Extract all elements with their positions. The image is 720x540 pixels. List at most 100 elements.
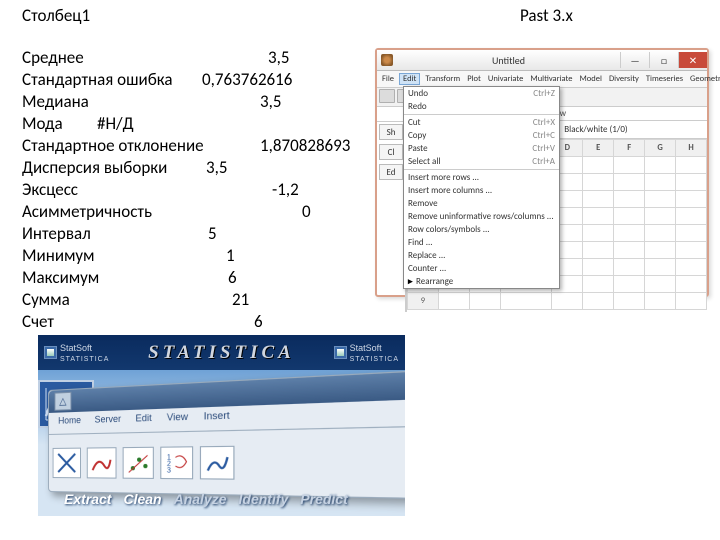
menu-edit[interactable]: Edit xyxy=(399,73,420,85)
stat-label: Эксцесс xyxy=(22,179,78,201)
sidebar-button[interactable]: Cl xyxy=(379,144,403,160)
menu-timeseries[interactable]: Timeseries xyxy=(644,73,685,85)
ribbon-icon[interactable] xyxy=(53,448,81,479)
app-icon xyxy=(381,54,393,66)
stat-label: Асимметричность xyxy=(22,201,152,223)
logo-text: StatSoft xyxy=(60,343,92,353)
stat-value: 6 xyxy=(254,311,263,333)
menu-item[interactable]: Row colors/symbols ... xyxy=(404,223,559,236)
tab-insert[interactable]: Insert xyxy=(204,410,230,431)
stat-value: 3,5 xyxy=(260,91,281,113)
stat-value: 0,763762616 xyxy=(202,69,292,91)
menu-item[interactable]: Redo xyxy=(404,100,559,113)
sidebar-button[interactable]: Ed xyxy=(379,164,403,180)
descriptive-stats-block: Столбец1 Среднее3,5Стандартная ошибка0,7… xyxy=(22,5,204,333)
stat-row: Максимум6 xyxy=(22,267,204,289)
stat-row: Сумма21 xyxy=(22,289,204,311)
stat-value: 6 xyxy=(228,267,237,289)
stat-row: Мода#Н/Д xyxy=(22,113,204,135)
stat-label: Сумма xyxy=(22,289,70,311)
menu-diversity[interactable]: Diversity xyxy=(607,73,641,85)
past-app-window: Untitled — □ ✕ FileEditTransformPlotUniv… xyxy=(375,48,709,297)
stat-label: Интервал xyxy=(22,223,91,245)
bw-label: Black/white (1/0) xyxy=(564,124,627,135)
ribbon: 123 xyxy=(49,424,405,501)
stat-row: Стандартное отклонение1,870828693 xyxy=(22,135,204,157)
menu-item[interactable]: Insert more rows ... xyxy=(404,171,559,184)
stat-label: Стандартная ошибка xyxy=(22,69,173,91)
sidebar-button[interactable]: Sh xyxy=(379,124,403,140)
tab-server[interactable]: Server xyxy=(95,413,122,433)
stat-label: Медиана xyxy=(22,91,89,113)
logo-subtext: STATISTICA xyxy=(60,356,109,363)
menu-item[interactable]: CopyCtrl+C xyxy=(404,129,559,142)
window-icon: △ xyxy=(54,392,71,411)
word-predict: Predict xyxy=(300,491,347,507)
tab-edit[interactable]: Edit xyxy=(136,412,152,432)
menu-item[interactable]: CutCtrl+X xyxy=(404,116,559,129)
stat-label: Минимум xyxy=(22,245,94,267)
word-identify: Identify xyxy=(239,491,289,507)
marketing-words: Extract Clean Analyze Identify Predict xyxy=(64,491,348,507)
ribbon-icon[interactable]: 123 xyxy=(160,446,193,479)
stat-row: Дисперсия выборки3,5 xyxy=(22,157,204,179)
stat-label: Стандартное отклонение xyxy=(22,135,204,157)
stat-value: 0 xyxy=(302,201,311,223)
menu-item[interactable]: UndoCtrl+Z xyxy=(404,87,559,100)
stat-label: Среднее xyxy=(22,47,84,69)
stat-value: 3,5 xyxy=(268,47,289,69)
menu-item[interactable]: Counter ... xyxy=(404,262,559,275)
minimize-button[interactable]: — xyxy=(620,52,649,68)
menu-item[interactable]: Insert more columns ... xyxy=(404,184,559,197)
close-button[interactable]: ✕ xyxy=(678,52,707,68)
edit-menu-dropdown[interactable]: UndoCtrl+ZRedo CutCtrl+XCopyCtrl+CPasteCt… xyxy=(403,86,560,289)
stats-header: Столбец1 xyxy=(22,5,204,27)
tab-view[interactable]: View xyxy=(167,411,188,431)
stat-value: #Н/Д xyxy=(97,113,134,135)
word-clean: Clean xyxy=(123,491,161,507)
stat-row: Медиана3,5 xyxy=(22,91,204,113)
stat-label: Дисперсия выборки xyxy=(22,157,167,179)
stat-row: Среднее3,5 xyxy=(22,47,204,69)
menu-item[interactable]: ▸Rearrange xyxy=(404,275,559,288)
maximize-button[interactable]: □ xyxy=(649,52,678,68)
menu-file[interactable]: File xyxy=(380,73,396,85)
word-extract: Extract xyxy=(64,491,111,507)
stat-row: Счет6 xyxy=(22,311,204,333)
menu-item[interactable]: Find ... xyxy=(404,236,559,249)
word-analyze: Analyze xyxy=(174,491,227,507)
menu-plot[interactable]: Plot xyxy=(465,73,483,85)
svg-text:3: 3 xyxy=(167,467,172,475)
stat-row: Интервал5 xyxy=(22,223,204,245)
menu-model[interactable]: Model xyxy=(578,73,604,85)
stat-value: 3,5 xyxy=(206,157,227,179)
menu-item[interactable]: Remove xyxy=(404,197,559,210)
menu-univariate[interactable]: Univariate xyxy=(486,73,526,85)
tab-home[interactable]: Home xyxy=(58,415,81,434)
logo-text: StatSoft xyxy=(350,343,382,353)
toolbar-icon[interactable] xyxy=(379,89,395,103)
stat-label: Максимум xyxy=(22,267,99,289)
past-caption: Past 3.x xyxy=(520,5,573,26)
statistica-window: △ Home Server Edit View Insert 123 xyxy=(48,362,405,503)
statistica-banner: StatSoft STATISTICA STATISTICA StatSoft … xyxy=(38,335,405,516)
ribbon-icon[interactable] xyxy=(87,447,117,478)
statistica-brand: STATISTICA xyxy=(117,342,325,364)
statsoft-logo-left: StatSoft STATISTICA xyxy=(44,343,109,363)
ribbon-icon[interactable] xyxy=(200,446,235,480)
titlebar: Untitled — □ ✕ xyxy=(377,50,707,71)
stat-row: Стандартная ошибка0,763762616 xyxy=(22,69,204,91)
menu-item[interactable]: PasteCtrl+V xyxy=(404,142,559,155)
stat-value: -1,2 xyxy=(272,179,299,201)
stat-value: 5 xyxy=(208,223,217,245)
menu-transform[interactable]: Transform xyxy=(423,73,462,85)
logo-subtext: STATISTICA xyxy=(350,356,399,363)
stat-row: Эксцесс-1,2 xyxy=(22,179,204,201)
menu-item[interactable]: Remove uninformative rows/columns ... xyxy=(404,210,559,223)
ribbon-icon[interactable] xyxy=(123,447,154,479)
menu-geometry[interactable]: Geometry xyxy=(688,73,720,85)
menu-multivariate[interactable]: Multivariate xyxy=(528,73,574,85)
menu-item[interactable]: Select allCtrl+A xyxy=(404,155,559,168)
stat-label: Счет xyxy=(22,311,54,333)
menu-item[interactable]: Replace ... xyxy=(404,249,559,262)
